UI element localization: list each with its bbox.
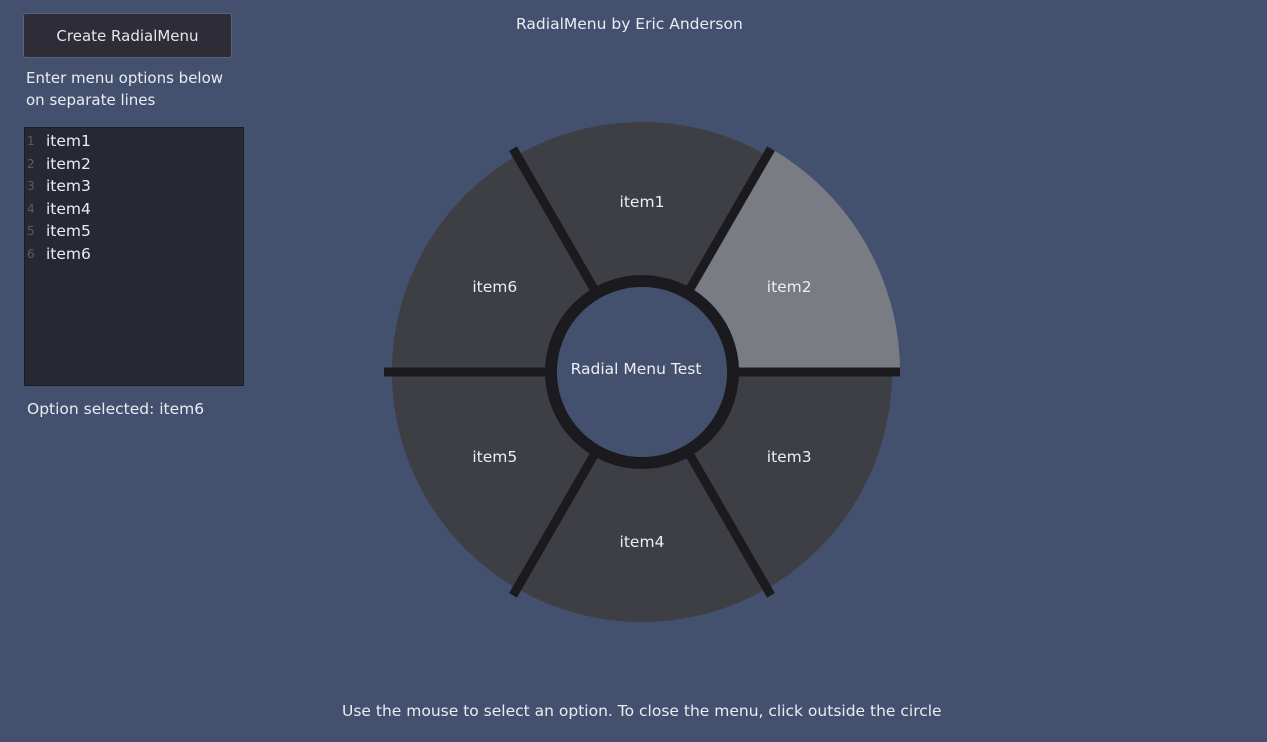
radial-segment-label: item5 xyxy=(472,448,517,466)
help-footer: Use the mouse to select an option. To cl… xyxy=(342,702,942,720)
radial-segment-label: item1 xyxy=(620,193,665,211)
radial-segment-label: item2 xyxy=(767,278,812,296)
radial-center-label: Radial Menu Test xyxy=(571,360,702,378)
radial-segment-label: item3 xyxy=(767,448,812,466)
radial-menu: Radial Menu Test item1 item2 item3 item4 ite… xyxy=(384,122,900,622)
radial-segment-label: item6 xyxy=(472,278,517,296)
radial-segment-label: item4 xyxy=(620,533,665,551)
app-root: Create RadialMenu Enter menu options bel… xyxy=(0,0,1267,742)
